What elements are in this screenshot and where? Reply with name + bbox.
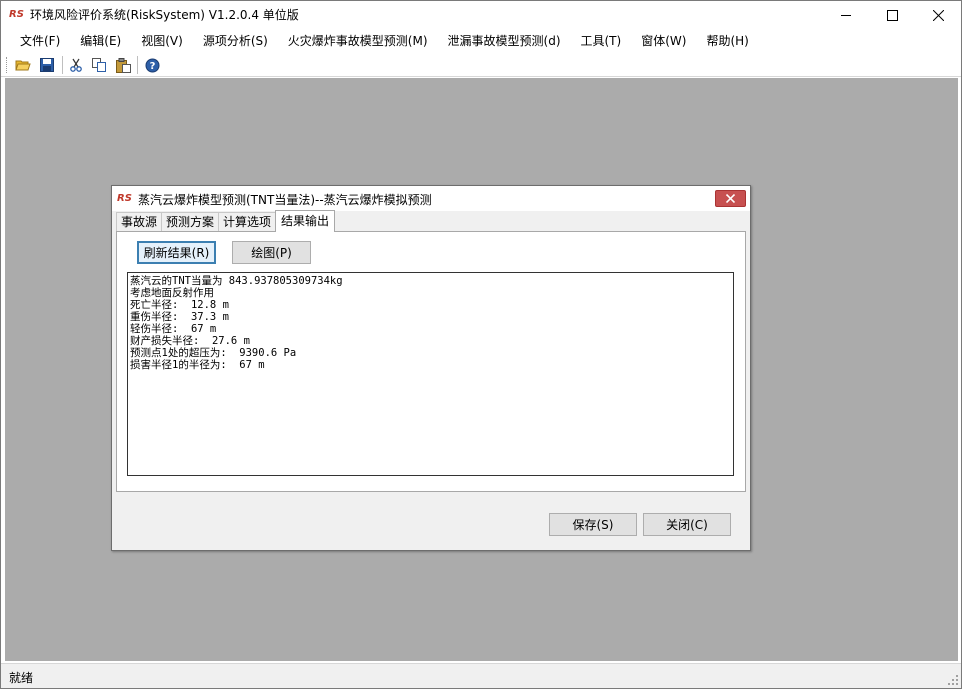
paste-icon[interactable] [114, 56, 132, 74]
plot-button[interactable]: 绘图(P) [232, 241, 311, 264]
tab-accident-source[interactable]: 事故源 [116, 212, 163, 232]
close-icon [726, 194, 735, 203]
dialog-close-button[interactable] [715, 190, 746, 207]
menu-file[interactable]: 文件(F) [10, 29, 70, 53]
result-line: 考虑地面反射作用 [130, 287, 214, 299]
minimize-button[interactable] [823, 1, 869, 29]
toolbar: ? [1, 53, 961, 77]
result-line: 重伤半径: 37.3 m [130, 311, 229, 323]
menu-help[interactable]: 帮助(H) [696, 29, 758, 53]
result-line: 预测点1处的超压为: 9390.6 Pa [130, 347, 297, 359]
refresh-results-button[interactable]: 刷新结果(R) [137, 241, 216, 264]
save-button[interactable]: 保存(S) [549, 513, 637, 536]
menu-view[interactable]: 视图(V) [131, 29, 193, 53]
maximize-icon [886, 9, 898, 21]
save-icon[interactable] [38, 56, 56, 74]
result-line: 死亡半径: 12.8 m [130, 299, 229, 311]
vce-prediction-dialog: RS 蒸汽云爆炸模型预测(TNT当量法)--蒸汽云爆炸模拟预测 事故源 预测方案… [111, 185, 751, 551]
menu-leak-model[interactable]: 泄漏事故模型预测(d) [438, 29, 571, 53]
menu-tools[interactable]: 工具(T) [571, 29, 632, 53]
dialog-title: 蒸汽云爆炸模型预测(TNT当量法)--蒸汽云爆炸模拟预测 [138, 193, 432, 207]
menu-fire-explosion-model[interactable]: 火灾爆炸事故模型预测(M) [278, 29, 438, 53]
maximize-button[interactable] [869, 1, 915, 29]
dialog-title-bar[interactable]: RS 蒸汽云爆炸模型预测(TNT当量法)--蒸汽云爆炸模拟预测 [112, 186, 750, 211]
status-text: 就绪 [9, 671, 34, 685]
close-dialog-button[interactable]: 关闭(C) [643, 513, 731, 536]
result-line: 财产损失半径: 27.6 m [130, 335, 250, 347]
result-output-panel: 刷新结果(R) 绘图(P) 蒸汽云的TNT当量为 843.93780530973… [116, 231, 746, 492]
app-window: RS 环境风险评价系统(RiskSystem) V1.2.0.4 单位版 文件(… [0, 0, 962, 689]
result-line: 损害半径1的半径为: 67 m [130, 359, 265, 371]
open-folder-icon[interactable] [14, 56, 32, 74]
tab-prediction-scheme[interactable]: 预测方案 [161, 212, 220, 232]
close-button[interactable] [915, 1, 961, 29]
dialog-logo-icon: RS [117, 193, 132, 204]
tab-strip: 事故源 预测方案 计算选项 结果输出 [116, 210, 336, 232]
app-logo-icon: RS [9, 9, 24, 20]
menu-edit[interactable]: 编辑(E) [70, 29, 131, 53]
title-bar[interactable]: RS 环境风险评价系统(RiskSystem) V1.2.0.4 单位版 [1, 1, 961, 29]
menu-window[interactable]: 窗体(W) [631, 29, 696, 53]
resize-grip-icon[interactable] [947, 674, 959, 686]
result-line: 蒸汽云的TNT当量为 843.937805309734kg [130, 275, 343, 287]
close-icon [932, 9, 944, 21]
tab-result-output[interactable]: 结果输出 [275, 210, 336, 232]
results-textarea[interactable]: 蒸汽云的TNT当量为 843.937805309734kg 考虑地面反射作用 死亡半… [127, 272, 734, 476]
menu-bar: 文件(F) 编辑(E) 视图(V) 源项分析(S) 火灾爆炸事故模型预测(M) … [1, 29, 961, 53]
copy-icon[interactable] [90, 56, 108, 74]
status-bar: 就绪 [1, 663, 961, 688]
window-title: 环境风险评价系统(RiskSystem) V1.2.0.4 单位版 [30, 8, 299, 22]
svg-text:?: ? [149, 61, 155, 72]
tab-calculation-options[interactable]: 计算选项 [218, 212, 277, 232]
help-icon[interactable]: ? [143, 56, 161, 74]
cut-icon[interactable] [67, 56, 85, 74]
result-line: 轻伤半径: 67 m [130, 323, 217, 335]
minimize-icon [841, 15, 851, 16]
menu-source-analysis[interactable]: 源项分析(S) [193, 29, 278, 53]
toolbar-grip[interactable] [6, 57, 9, 73]
